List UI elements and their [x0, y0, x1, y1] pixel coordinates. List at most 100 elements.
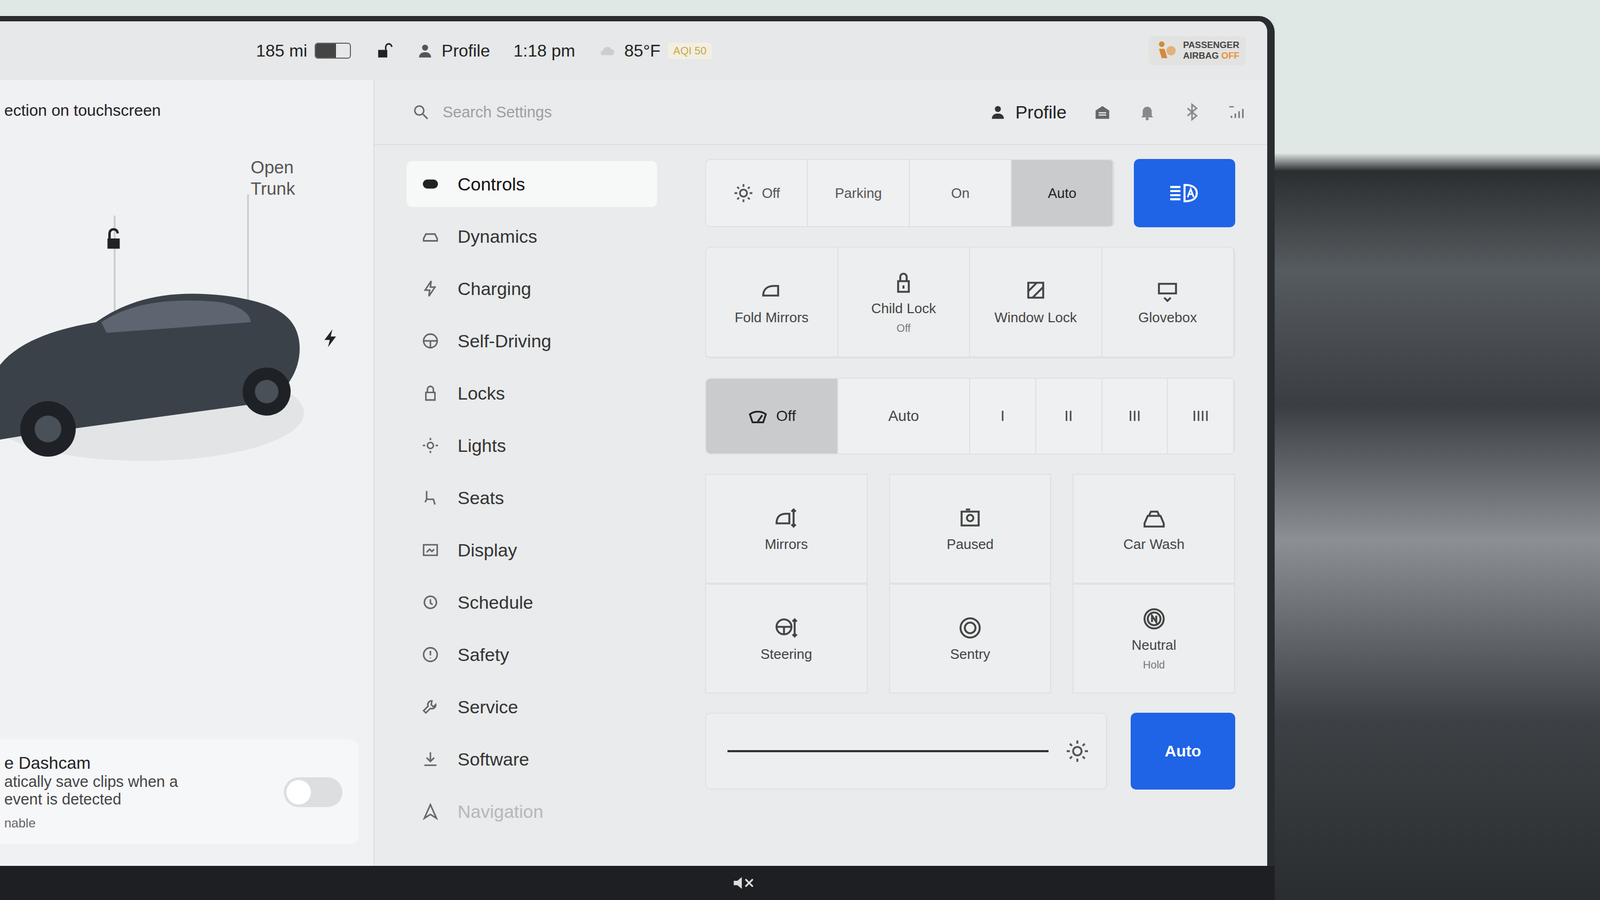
airbag-state: OFF — [1221, 50, 1240, 61]
slider-track — [727, 749, 1049, 752]
wiper-option[interactable]: III — [1102, 378, 1169, 454]
quick-tile[interactable]: Sentry — [889, 583, 1052, 694]
dashcam-description: event is detected — [4, 790, 274, 808]
auto-high-beam-button[interactable] — [1133, 158, 1236, 228]
page: 185 miProfile1:18 pm85°FAQI 50PASSENGERA… — [0, 0, 1600, 900]
control-tile[interactable]: Child LockOff — [838, 247, 971, 358]
menu-item[interactable]: Service — [406, 683, 658, 730]
bluetooth-icon[interactable] — [1182, 102, 1202, 122]
wiper-option[interactable]: II — [1036, 378, 1103, 454]
headlight-option[interactable]: On — [909, 160, 1012, 227]
menu-item[interactable]: Seats — [406, 474, 658, 521]
menu-label: Schedule — [457, 592, 534, 613]
quick-tile[interactable]: NeutralHold — [1072, 583, 1236, 694]
quick-tile[interactable]: Paused — [889, 473, 1052, 584]
main-area: ection on touchscreenOpen Trunke Dashcam… — [0, 80, 1268, 866]
garage-icon[interactable] — [1093, 102, 1112, 122]
headlight-label: Off — [761, 185, 780, 202]
wiper-label: Off — [776, 407, 796, 425]
tile-label: Window Lock — [994, 309, 1077, 326]
quick-tile-icon — [957, 505, 983, 531]
wiper-label: Auto — [888, 407, 919, 425]
quick-tile[interactable]: Car Wash — [1072, 473, 1236, 584]
unlock-icon[interactable] — [101, 226, 126, 251]
menu-label: Self-Driving — [457, 330, 552, 352]
mute-icon[interactable] — [732, 873, 756, 892]
wiper-label: III — [1128, 407, 1141, 425]
airbag-line: PASSENGER — [1182, 40, 1240, 51]
dashboard — [1274, 0, 1600, 900]
profile-status[interactable]: Profile — [416, 41, 491, 61]
brightness-row: Auto — [705, 712, 1236, 790]
control-tile-icon — [1154, 278, 1181, 304]
menu-item[interactable]: Locks — [406, 370, 658, 416]
quick-tile[interactable]: Steering — [705, 583, 868, 694]
wiper-option[interactable]: I — [970, 378, 1037, 454]
menu-item-icon — [421, 227, 440, 246]
brightness-icon — [1064, 738, 1091, 764]
headlight-segments: Off Parking On Auto — [705, 158, 1115, 228]
headlight-option[interactable]: Off — [706, 160, 808, 227]
menu-item[interactable]: Self-Driving — [406, 317, 658, 364]
open-trunk-button[interactable]: Open Trunk — [250, 156, 326, 199]
menu-item[interactable]: Display — [406, 526, 658, 573]
menu-item[interactable]: Safety — [406, 631, 658, 678]
brightness-auto-button[interactable]: Auto — [1130, 712, 1236, 790]
wiper-option[interactable]: IIII — [1168, 378, 1235, 454]
header-actions: Profile — [988, 101, 1246, 123]
profile-button[interactable]: Profile — [988, 101, 1067, 123]
menu-item[interactable]: Lights — [406, 422, 658, 469]
quick-tile[interactable]: Mirrors — [705, 473, 868, 584]
menu-item[interactable]: Schedule — [406, 579, 658, 626]
car-panel: ection on touchscreenOpen Trunke Dashcam… — [0, 80, 375, 866]
menu-item[interactable]: Software — [406, 736, 658, 782]
menu-item[interactable]: Dynamics — [406, 213, 658, 260]
profile-text: Profile — [441, 41, 491, 61]
menu-item-icon — [421, 279, 440, 298]
dashcam-card: e Dashcamatically save clips when aevent… — [0, 739, 359, 845]
search-field[interactable]: Search Settings — [411, 102, 973, 122]
bell-icon[interactable] — [1138, 102, 1157, 122]
wiper-option[interactable]: Off — [706, 378, 839, 454]
control-tile[interactable]: Window Lock — [970, 247, 1103, 358]
tile-label: Steering — [760, 645, 813, 663]
menu-item[interactable]: Navigation — [406, 788, 658, 835]
settings-body: Controls Dynamics Charging Self-Driving Lock… — [374, 145, 1268, 866]
headlight-label: On — [950, 185, 970, 202]
settings-header: Search Settings Profile — [374, 80, 1268, 146]
headlight-option[interactable]: Parking — [808, 160, 910, 227]
menu-label: Dynamics — [457, 226, 538, 247]
charge-port-icon[interactable] — [320, 327, 342, 349]
screen-column: 185 miProfile1:18 pm85°FAQI 50PASSENGERA… — [0, 0, 1275, 900]
control-tile-icon — [890, 269, 917, 295]
battery-fill — [315, 43, 336, 58]
range-text: 185 mi — [256, 41, 308, 61]
menu-item[interactable]: Charging — [406, 265, 658, 312]
control-tile[interactable]: Glovebox — [1102, 247, 1235, 358]
car-view: Open Trunk — [0, 119, 374, 740]
headlight-option[interactable]: Auto — [1011, 160, 1114, 227]
search-icon — [411, 102, 430, 122]
signal-icon — [1227, 102, 1246, 122]
headlight-label: Parking — [834, 185, 882, 202]
dashcam-toggle[interactable] — [283, 777, 343, 807]
tile-label: Sentry — [949, 645, 990, 663]
temperature-text: 85°F — [624, 41, 661, 61]
control-tile[interactable]: Fold Mirrors — [706, 247, 839, 358]
aqi-badge: AQI 50 — [667, 42, 712, 60]
profile-text: Profile — [1015, 101, 1067, 123]
menu-label: Lights — [457, 435, 507, 456]
menu-label: Locks — [457, 382, 506, 404]
backdrop — [0, 0, 1275, 16]
wiper-option[interactable]: Auto — [838, 378, 971, 454]
unlock-icon[interactable] — [374, 41, 393, 60]
menu-item-icon — [421, 331, 440, 350]
airbag-text: PASSENGERAIRBAG OFF — [1182, 40, 1240, 61]
status-bar: 185 miProfile1:18 pm85°FAQI 50PASSENGERA… — [0, 21, 1268, 80]
dashcam-action[interactable]: nable — [4, 815, 274, 831]
dashcam-description: atically save clips when a — [4, 772, 274, 791]
headlights-row: Off Parking On Auto — [705, 158, 1236, 228]
controls-content: Off Parking On Auto Fold MirrorsChild LockOf… — [694, 145, 1268, 866]
menu-item[interactable]: Controls — [406, 161, 658, 207]
brightness-slider[interactable] — [705, 712, 1108, 790]
